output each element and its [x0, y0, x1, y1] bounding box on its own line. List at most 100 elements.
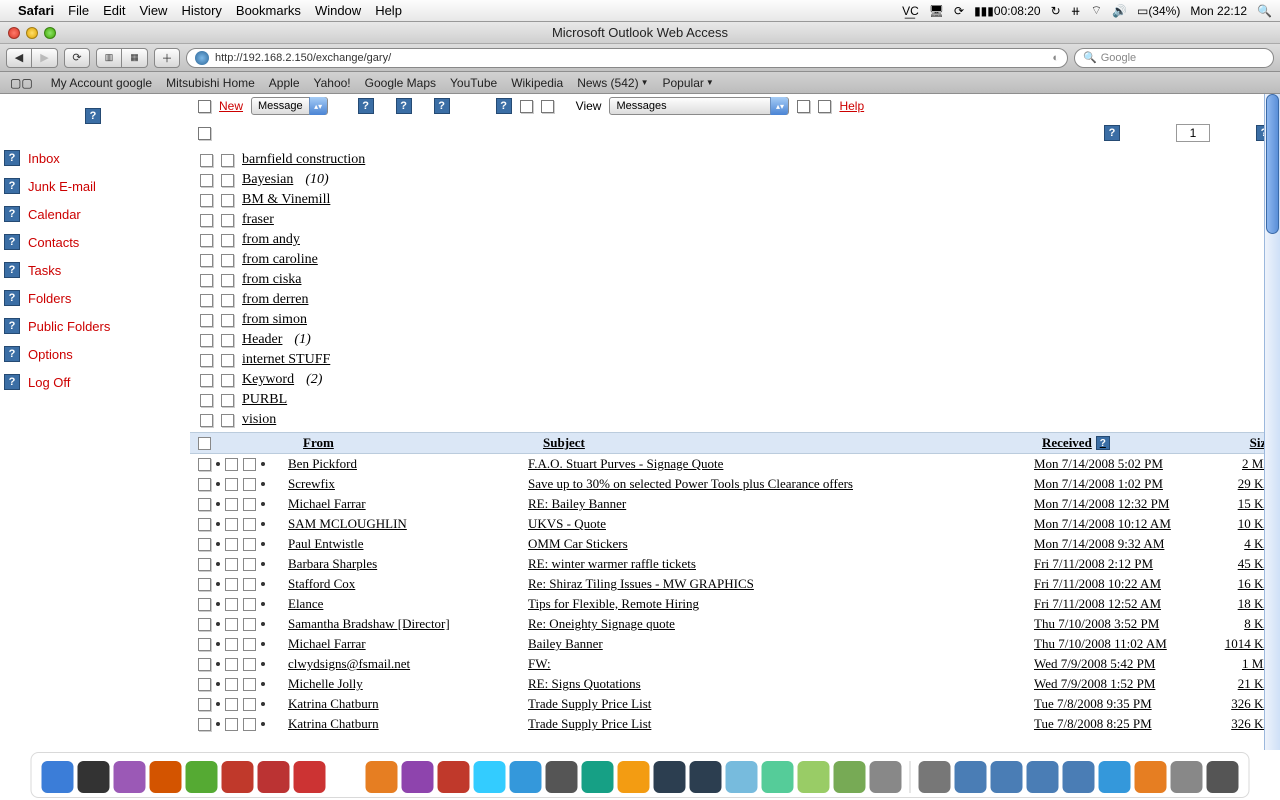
folder-link[interactable]: barnfield construction: [242, 152, 365, 168]
dock-app-icon[interactable]: [1135, 761, 1167, 793]
folder-checkbox-2[interactable]: [221, 234, 234, 247]
message-subject[interactable]: Bailey Banner: [528, 636, 603, 651]
folder-checkbox[interactable]: [200, 274, 213, 287]
message-row[interactable]: Stafford CoxRe: Shiraz Tiling Issues - M…: [190, 574, 1280, 594]
folder-checkbox[interactable]: [200, 314, 213, 327]
sidebar-item-inbox[interactable]: ?Inbox: [0, 144, 186, 172]
message-subject[interactable]: UKVS - Quote: [528, 516, 606, 531]
folder-link[interactable]: vision: [242, 412, 276, 428]
message-received[interactable]: Fri 7/11/2008 2:12 PM: [1034, 556, 1153, 571]
folder-row[interactable]: BM & Vinemill: [198, 190, 1272, 210]
dock-app-icon[interactable]: [1027, 761, 1059, 793]
message-subject[interactable]: Re: Shiraz Tiling Issues - MW GRAPHICS: [528, 576, 754, 591]
back-button[interactable]: ◀: [6, 48, 32, 68]
folder-checkbox-2[interactable]: [221, 354, 234, 367]
message-checkbox[interactable]: [198, 678, 211, 691]
col-received[interactable]: Received ?: [1042, 435, 1222, 451]
folder-row[interactable]: from caroline: [198, 250, 1272, 270]
folder-link[interactable]: Bayesian: [242, 172, 293, 188]
bookmark-item[interactable]: Mitsubishi Home: [166, 76, 255, 90]
message-row[interactable]: Katrina ChatburnTrade Supply Price ListT…: [190, 714, 1280, 734]
clock[interactable]: Mon 22:12: [1190, 4, 1247, 18]
dock-app-icon[interactable]: [330, 761, 362, 793]
message-checkbox[interactable]: [198, 518, 211, 531]
folder-link[interactable]: Keyword: [242, 372, 294, 388]
bookmark-item[interactable]: YouTube: [450, 76, 497, 90]
folder-checkbox-2[interactable]: [221, 374, 234, 387]
folder-checkbox-2[interactable]: [221, 294, 234, 307]
scrollbar-thumb[interactable]: [1266, 94, 1279, 234]
message-from[interactable]: Screwfix: [288, 476, 335, 491]
sidebar-item-public-folders[interactable]: ?Public Folders: [0, 312, 186, 340]
dock-app-icon[interactable]: [798, 761, 830, 793]
message-checkbox[interactable]: [198, 538, 211, 551]
dock-app-icon[interactable]: [762, 761, 794, 793]
message-from[interactable]: Michelle Jolly: [288, 676, 363, 691]
dock-app-icon[interactable]: [42, 761, 74, 793]
message-from[interactable]: Michael Farrar: [288, 636, 366, 651]
row-checkbox[interactable]: [198, 127, 211, 140]
message-from[interactable]: Katrina Chatburn: [288, 716, 379, 731]
dock-app-icon[interactable]: [258, 761, 290, 793]
message-subject[interactable]: RE: Bailey Banner: [528, 496, 626, 511]
folder-checkbox-2[interactable]: [221, 314, 234, 327]
message-subject[interactable]: F.A.O. Stuart Purves - Signage Quote: [528, 456, 723, 471]
dock-app-icon[interactable]: [510, 761, 542, 793]
message-checkbox[interactable]: [198, 458, 211, 471]
menu-history[interactable]: History: [181, 3, 221, 18]
toolbar-check-2[interactable]: [541, 100, 554, 113]
menu-view[interactable]: View: [140, 3, 168, 18]
menu-file[interactable]: File: [68, 3, 89, 18]
search-bar[interactable]: 🔍 Google: [1074, 48, 1274, 68]
url-bar[interactable]: http://192.168.2.150/exchange/gary/ ◐: [186, 48, 1068, 68]
folder-checkbox-2[interactable]: [221, 334, 234, 347]
help-link[interactable]: Help: [839, 99, 864, 113]
message-from[interactable]: Ben Pickford: [288, 456, 357, 471]
dock-app-icon[interactable]: [726, 761, 758, 793]
message-received[interactable]: Mon 7/14/2008 5:02 PM: [1034, 456, 1163, 471]
dock-app-icon[interactable]: [955, 761, 987, 793]
message-subject[interactable]: Trade Supply Price List: [528, 696, 651, 711]
message-received[interactable]: Tue 7/8/2008 9:35 PM: [1034, 696, 1152, 711]
col-importance[interactable]: [216, 437, 229, 450]
folder-checkbox-2[interactable]: [221, 154, 234, 167]
view-select[interactable]: Messages▴▾: [609, 97, 789, 115]
dock-app-icon[interactable]: [991, 761, 1023, 793]
message-row[interactable]: ElanceTips for Flexible, Remote HiringFr…: [190, 594, 1280, 614]
folder-row[interactable]: Bayesian(10): [198, 170, 1272, 190]
dock-app-icon[interactable]: [1099, 761, 1131, 793]
dock-app-icon[interactable]: [690, 761, 722, 793]
message-from[interactable]: Paul Entwistle: [288, 536, 363, 551]
bookmark-item[interactable]: Yahoo!: [314, 76, 351, 90]
sync-icon[interactable]: ⟳: [954, 4, 964, 18]
sidebar-item-calendar[interactable]: ?Calendar: [0, 200, 186, 228]
vnc-icon[interactable]: V͟C: [902, 4, 919, 18]
window-zoom-button[interactable]: [44, 27, 56, 39]
message-from[interactable]: clwydsigns@fsmail.net: [288, 656, 410, 671]
folder-link[interactable]: Header: [242, 332, 282, 348]
folder-row[interactable]: PURBL: [198, 390, 1272, 410]
folder-row[interactable]: barnfield construction: [198, 150, 1272, 170]
message-checkbox[interactable]: [198, 478, 211, 491]
message-checkbox[interactable]: [198, 698, 211, 711]
folder-checkbox[interactable]: [200, 394, 213, 407]
message-checkbox[interactable]: [198, 638, 211, 651]
toolbar-icon-3[interactable]: ?: [434, 98, 450, 114]
volume-icon[interactable]: 🔊: [1112, 4, 1127, 18]
select-all-checkbox[interactable]: [198, 100, 211, 113]
toolbar-icon-1[interactable]: ?: [358, 98, 374, 114]
folder-row[interactable]: Keyword(2): [198, 370, 1272, 390]
col-flag[interactable]: [252, 437, 265, 450]
menu-window[interactable]: Window: [315, 3, 361, 18]
timer-icon[interactable]: ▮▮▮ 00:08:20: [974, 4, 1041, 18]
folder-link[interactable]: internet STUFF: [242, 352, 330, 368]
message-subject[interactable]: RE: winter warmer raffle tickets: [528, 556, 696, 571]
message-row[interactable]: Paul EntwistleOMM Car StickersMon 7/14/2…: [190, 534, 1280, 554]
message-checkbox[interactable]: [198, 498, 211, 511]
folder-checkbox[interactable]: [200, 214, 213, 227]
bookmarks-button[interactable]: ▥: [96, 48, 122, 68]
pager-prev-icon[interactable]: ?: [1104, 125, 1120, 141]
folder-link[interactable]: from simon: [242, 312, 307, 328]
dock-app-icon[interactable]: [654, 761, 686, 793]
folder-row[interactable]: vision: [198, 410, 1272, 430]
